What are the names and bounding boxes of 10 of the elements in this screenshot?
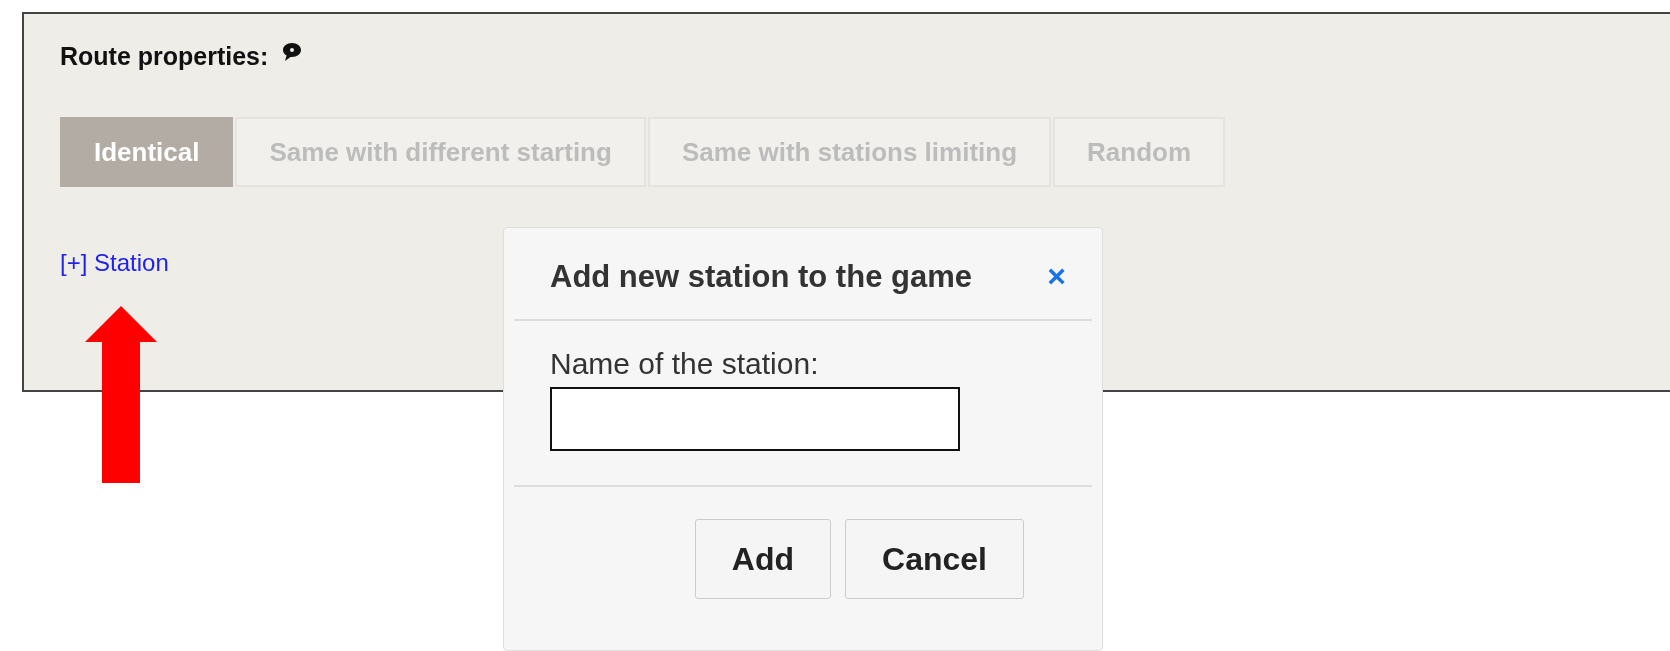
dialog-title: Add new station to the game bbox=[550, 258, 972, 295]
station-name-field[interactable] bbox=[550, 387, 960, 451]
field-label: Name of the station: bbox=[550, 347, 820, 381]
panel-title: Route properties: bbox=[60, 42, 269, 71]
close-button[interactable]: × bbox=[1047, 258, 1066, 295]
cancel-button[interactable]: Cancel bbox=[845, 519, 1024, 599]
help-icon[interactable] bbox=[282, 42, 303, 62]
tab[interactable]: Identical bbox=[60, 117, 234, 187]
add-button[interactable]: Add bbox=[694, 519, 832, 599]
add-station-link[interactable]: [+] Station bbox=[60, 249, 169, 277]
